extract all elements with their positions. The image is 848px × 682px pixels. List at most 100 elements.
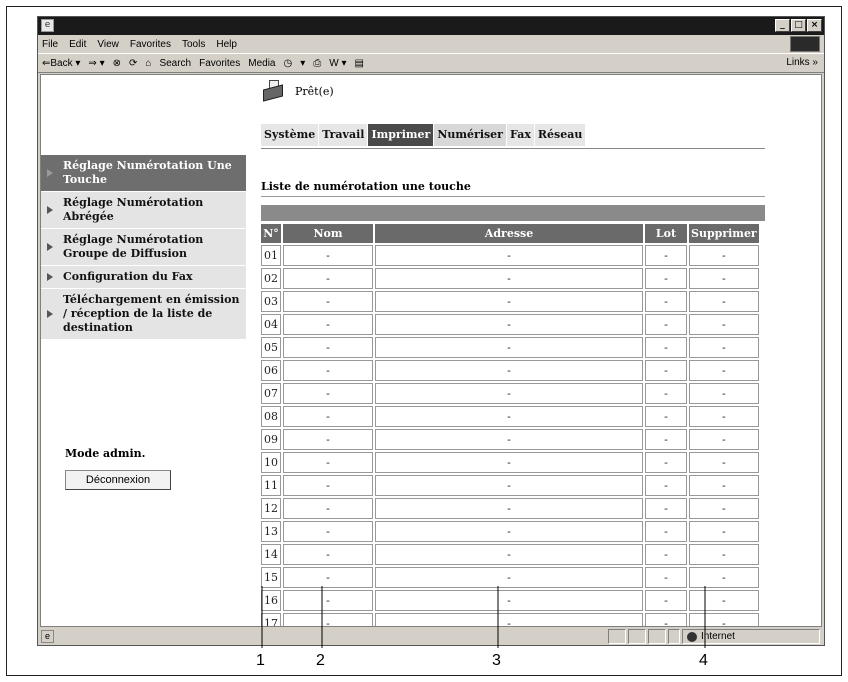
table-cell[interactable]: - <box>645 544 687 565</box>
table-cell[interactable]: - <box>375 383 643 404</box>
table-cell[interactable]: - <box>689 291 759 312</box>
toolbar-item[interactable]: ◷ <box>284 58 293 69</box>
table-row[interactable]: 06- - - - <box>261 360 759 381</box>
table-cell[interactable]: - <box>689 314 759 335</box>
table-cell[interactable]: - <box>645 475 687 496</box>
table-cell[interactable]: - <box>645 406 687 427</box>
table-row[interactable]: 12- - - - <box>261 498 759 519</box>
table-cell[interactable]: - <box>689 337 759 358</box>
table-cell[interactable]: - <box>645 314 687 335</box>
links-button[interactable]: Links » <box>786 57 818 68</box>
menu-tools[interactable]: Tools <box>182 39 205 50</box>
table-cell[interactable]: - <box>283 406 373 427</box>
table-cell[interactable]: - <box>645 521 687 542</box>
table-cell[interactable]: - <box>645 291 687 312</box>
tab-4[interactable]: Fax <box>506 124 535 146</box>
sidebar-item[interactable]: Réglage Numérotation Une Touche <box>41 155 246 192</box>
table-cell[interactable]: - <box>283 383 373 404</box>
table-cell[interactable]: - <box>283 613 373 626</box>
toolbar-item[interactable]: ⎙ <box>313 58 321 69</box>
table-cell[interactable]: - <box>375 245 643 266</box>
table-cell[interactable]: - <box>375 291 643 312</box>
table-cell[interactable]: - <box>375 521 643 542</box>
menu-edit[interactable]: Edit <box>69 39 86 50</box>
table-cell[interactable]: - <box>283 521 373 542</box>
tab-3[interactable]: Numériser <box>434 124 507 146</box>
table-row[interactable]: 09- - - - <box>261 429 759 450</box>
toolbar-item[interactable]: ⌂ <box>145 58 151 69</box>
table-cell[interactable]: - <box>375 567 643 588</box>
toolbar-item[interactable]: Media <box>248 58 275 69</box>
table-row[interactable]: 08- - - - <box>261 406 759 427</box>
toolbar-item[interactable]: Favorites <box>199 58 240 69</box>
tab-0[interactable]: Système <box>261 124 320 146</box>
toolbar-item[interactable]: ▤ <box>355 58 364 69</box>
table-cell[interactable]: - <box>283 452 373 473</box>
toolbar-item[interactable]: W ▾ <box>329 58 346 69</box>
tab-5[interactable]: Réseau <box>534 124 587 146</box>
table-cell[interactable]: - <box>283 475 373 496</box>
table-cell[interactable]: - <box>689 544 759 565</box>
table-cell[interactable]: - <box>283 429 373 450</box>
toolbar-item[interactable]: ⇐Back ▾ <box>42 58 80 69</box>
table-cell[interactable]: - <box>645 337 687 358</box>
table-cell[interactable]: - <box>689 590 759 611</box>
table-cell[interactable]: - <box>689 567 759 588</box>
table-cell[interactable]: - <box>645 383 687 404</box>
table-cell[interactable]: - <box>283 291 373 312</box>
logout-button[interactable]: Déconnexion <box>65 470 171 490</box>
table-cell[interactable]: - <box>375 429 643 450</box>
table-row[interactable]: 13- - - - <box>261 521 759 542</box>
table-cell[interactable]: - <box>645 429 687 450</box>
menu-file[interactable]: File <box>42 39 58 50</box>
table-cell[interactable]: - <box>689 498 759 519</box>
table-cell[interactable]: - <box>375 360 643 381</box>
table-cell[interactable]: - <box>645 360 687 381</box>
sidebar-item[interactable]: Réglage Numérotation Abrégée <box>41 192 246 229</box>
table-cell[interactable]: - <box>283 567 373 588</box>
table-cell[interactable]: - <box>689 521 759 542</box>
table-cell[interactable]: - <box>645 245 687 266</box>
table-cell[interactable]: - <box>645 567 687 588</box>
table-cell[interactable]: - <box>283 590 373 611</box>
table-cell[interactable]: - <box>283 360 373 381</box>
table-row[interactable]: 02- - - - <box>261 268 759 289</box>
menu-view[interactable]: View <box>97 39 119 50</box>
table-cell[interactable]: - <box>645 590 687 611</box>
minimize-icon[interactable]: _ <box>775 19 790 32</box>
toolbar-item[interactable]: ⇒ ▾ <box>88 58 104 69</box>
table-row[interactable]: 01- - - - <box>261 245 759 266</box>
toolbar-item[interactable]: Search <box>159 58 191 69</box>
menu-help[interactable]: Help <box>216 39 237 50</box>
table-cell[interactable]: - <box>689 383 759 404</box>
table-cell[interactable]: - <box>689 268 759 289</box>
table-cell[interactable]: - <box>689 613 759 626</box>
table-cell[interactable]: - <box>689 452 759 473</box>
table-row[interactable]: 05- - - - <box>261 337 759 358</box>
table-row[interactable]: 10- - - - <box>261 452 759 473</box>
menu-favorites[interactable]: Favorites <box>130 39 171 50</box>
tab-1[interactable]: Travail <box>319 124 369 146</box>
close-icon[interactable]: × <box>807 19 822 32</box>
table-cell[interactable]: - <box>283 544 373 565</box>
table-row[interactable]: 16- - - - <box>261 590 759 611</box>
toolbar-item[interactable]: ⟳ <box>129 58 137 69</box>
table-cell[interactable]: - <box>645 452 687 473</box>
maximize-icon[interactable]: □ <box>791 19 806 32</box>
table-cell[interactable]: - <box>283 498 373 519</box>
table-cell[interactable]: - <box>645 268 687 289</box>
table-row[interactable]: 15- - - - <box>261 567 759 588</box>
table-cell[interactable]: - <box>283 314 373 335</box>
toolbar-item[interactable]: ⊗ <box>113 58 121 69</box>
table-cell[interactable]: - <box>375 406 643 427</box>
table-cell[interactable]: - <box>375 314 643 335</box>
table-cell[interactable]: - <box>283 245 373 266</box>
table-cell[interactable]: - <box>645 498 687 519</box>
table-cell[interactable]: - <box>689 429 759 450</box>
table-cell[interactable]: - <box>375 337 643 358</box>
table-row[interactable]: 04- - - - <box>261 314 759 335</box>
table-row[interactable]: 11- - - - <box>261 475 759 496</box>
table-cell[interactable]: - <box>689 475 759 496</box>
sidebar-item[interactable]: Configuration du Fax <box>41 266 246 289</box>
sidebar-item[interactable]: Téléchargement en émission / réception d… <box>41 289 246 340</box>
